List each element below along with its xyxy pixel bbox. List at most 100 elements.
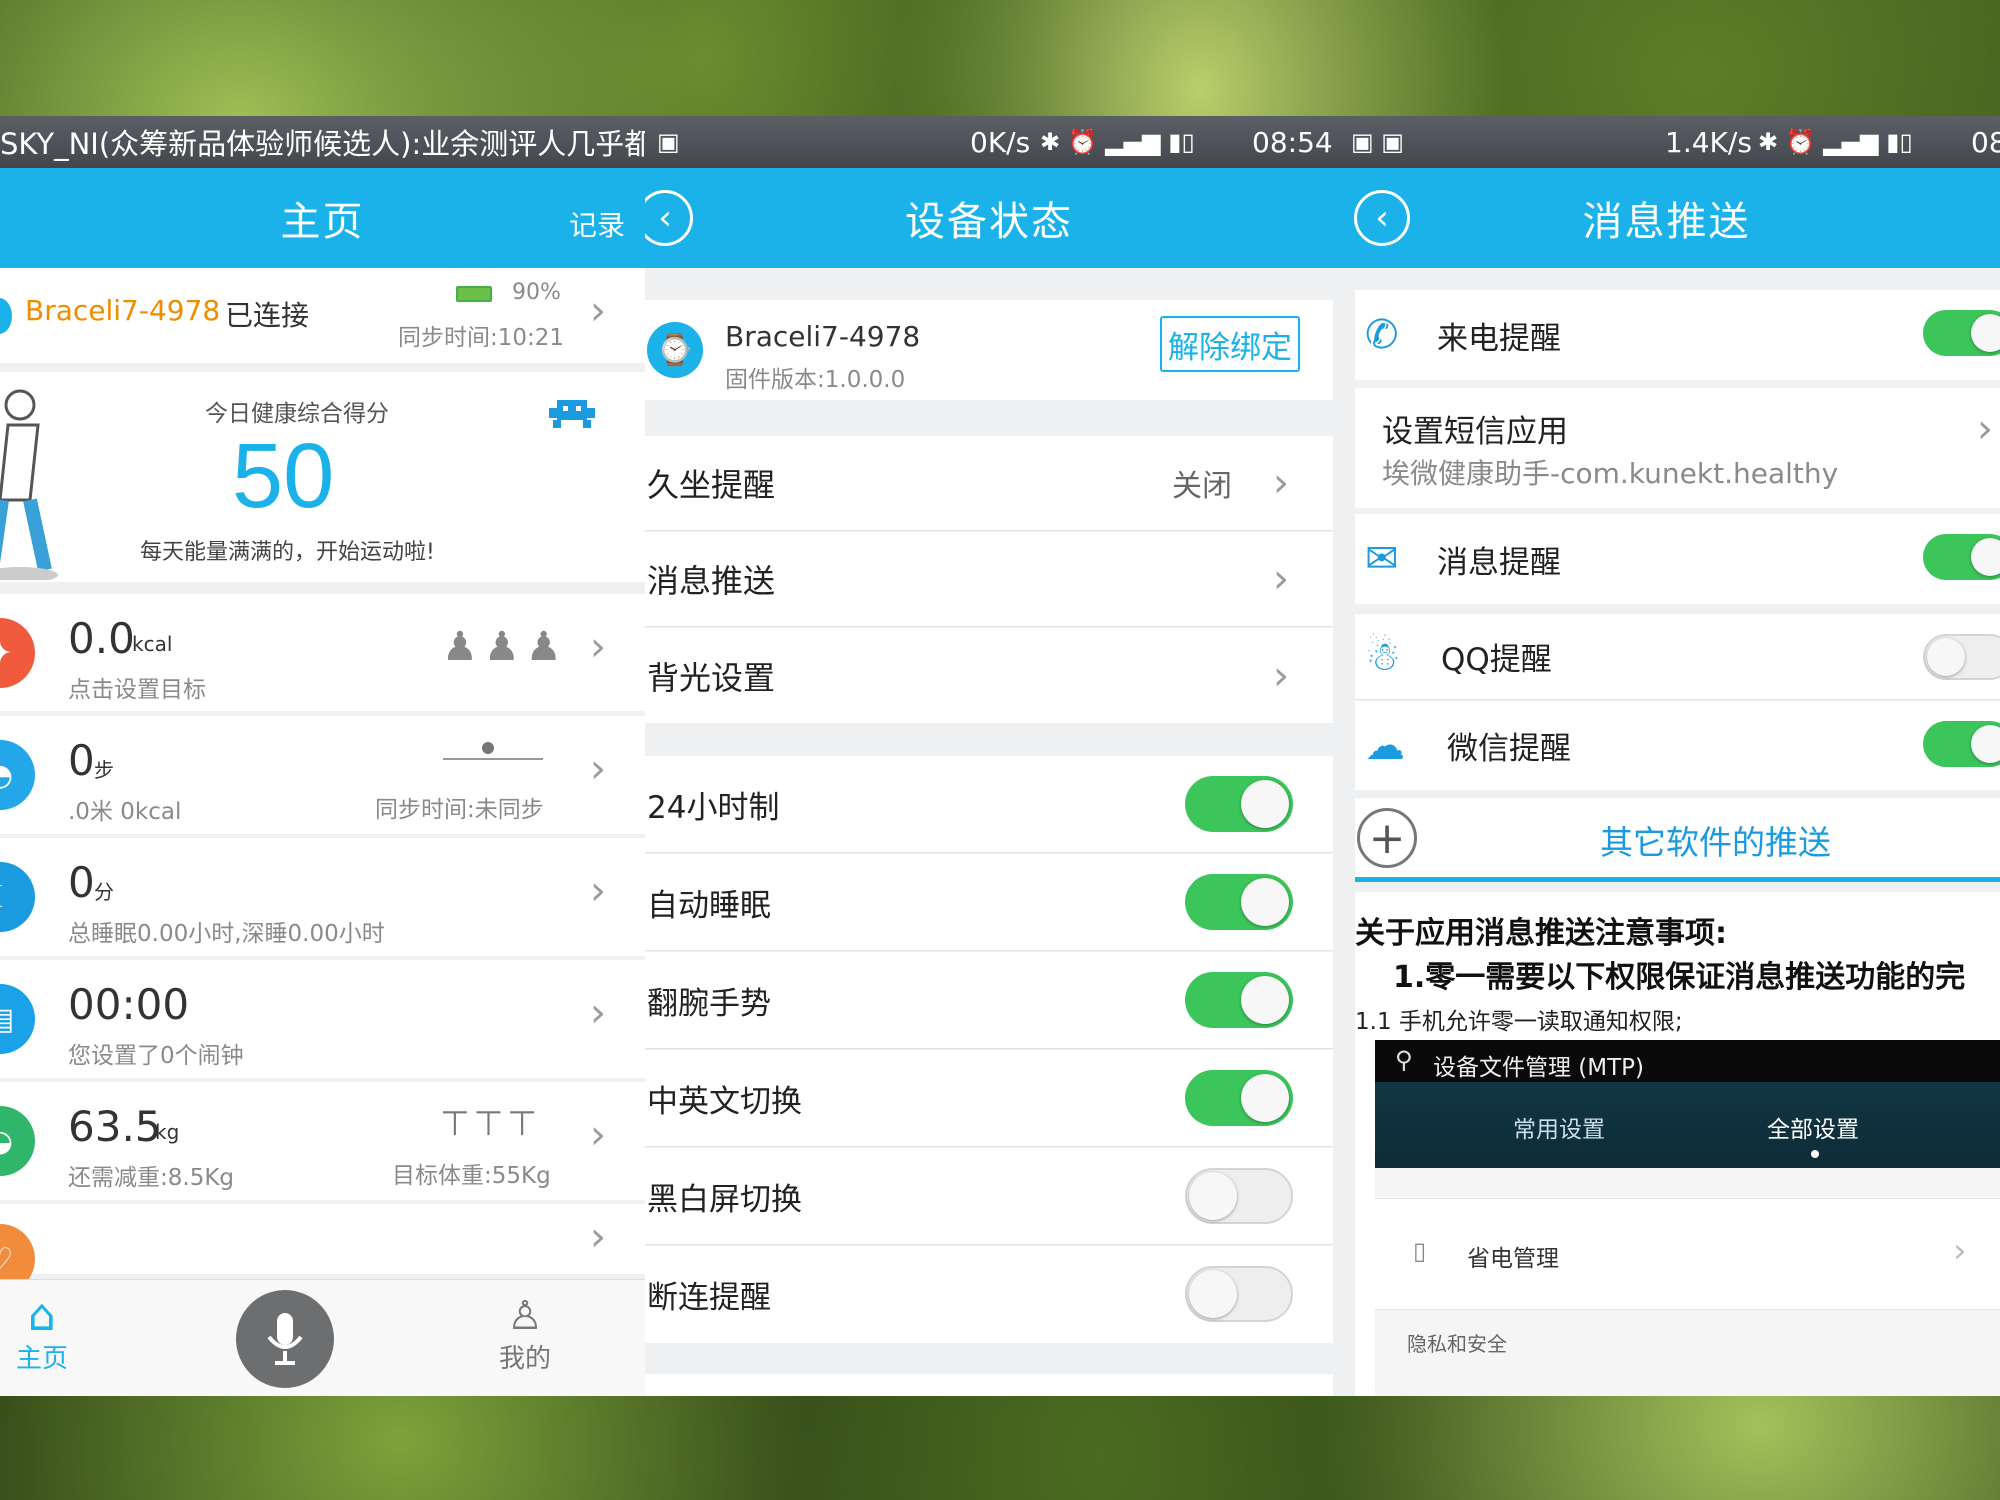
home-appbar: 主页 记录 [0, 168, 645, 268]
phone-icon: ✆ [1365, 312, 1399, 358]
status-icons: ✱ ⏰ ▂▄▆ ▮▯ [1040, 128, 1195, 156]
toggle-row-24h: 24小时制 [645, 756, 1333, 853]
other-apps-label: 其它软件的推送 [1600, 823, 1831, 862]
page-title: 主页 [280, 199, 365, 245]
embedded-notification: ⚲ 设备文件管理 (MTP) [1375, 1040, 2000, 1082]
add-icon: + [1357, 808, 1417, 868]
weight-row[interactable]: ◒ 63.5 kg 还需减重:8.5Kg ⊤⊤⊤ 目标体重:55Kg › [0, 1082, 645, 1200]
message-push-screen: ▣ ▣ 1.4K/s ✱ ⏰ ▂▄▆ ▮▯ 08 ‹ 消息推送 ✆ 来电提醒 设… [1333, 116, 2000, 1396]
chevron-right-icon: › [590, 1112, 606, 1158]
nav-mine-label: 我的 [498, 1344, 551, 1374]
back-button[interactable]: ‹ [645, 190, 693, 246]
person-icon: ♙ [507, 1293, 543, 1339]
device-row[interactable]: Braceli7-4978 已连接 90% 同步时间:10:21 › [0, 268, 645, 363]
device-name: Braceli7-4978 [725, 320, 921, 353]
toggle-label: 翻腕手势 [647, 985, 771, 1022]
other-apps-row[interactable]: + 其它软件的推送 [1355, 798, 2000, 882]
score-label: 今日健康综合得分 [205, 401, 389, 427]
chevron-right-icon: › [590, 746, 606, 792]
unbind-button[interactable]: 解除绑定 [1160, 316, 1300, 372]
progress-marker [482, 742, 494, 754]
usb-icon: ⚲ [1395, 1046, 1413, 1074]
calorie-value: 0.0 [68, 614, 135, 663]
chevron-right-icon: › [590, 288, 606, 334]
calorie-row[interactable]: ✦ 0.0 kcal 点击设置目标 ♟♟♟ › [0, 594, 645, 711]
steps-unit: 步 [94, 758, 114, 782]
moon-icon: ☾ [0, 862, 35, 932]
voice-button[interactable] [236, 1290, 334, 1388]
sleep-summary: 总睡眠0.00小时,深睡0.00小时 [68, 921, 385, 947]
target-weight: 目标体重:55Kg [392, 1163, 551, 1189]
steps-row[interactable]: ◔ 0 步 .0米 0kcal 同步时间:未同步 › [0, 716, 645, 834]
page-title: 消息推送 [1582, 199, 1751, 245]
clipboard-icon: ▤ [0, 984, 35, 1054]
battery-icon [456, 286, 492, 302]
device-status-screen: ▣ 0K/s ✱ ⏰ ▂▄▆ ▮▯ 08:54 ‹ 设备状态 ⌚ Braceli… [645, 116, 1333, 1396]
toggle-switch[interactable] [1923, 721, 2000, 767]
weight-remaining: 还需减重:8.5Kg [68, 1165, 235, 1191]
status-icons: ✱ ⏰ ▂▄▆ ▮▯ [1758, 128, 1913, 156]
device-status-appbar: ‹ 设备状态 [645, 168, 1333, 268]
row-label: 设置短信应用 [1382, 414, 1568, 450]
sms-app-row[interactable]: 设置短信应用 埃微健康助手-com.kunekt.healthy › [1355, 388, 2000, 508]
toggle-row-disconnect: 断连提醒 [645, 1246, 1333, 1343]
score-value: 50 [232, 425, 335, 527]
toggle-row-language: 中英文切换 [645, 1050, 1333, 1147]
sleep-value: 0 [68, 858, 95, 907]
steps-distance: .0米 0kcal [68, 799, 182, 825]
chevron-right-icon: › [590, 868, 606, 914]
toggle-switch[interactable] [1923, 534, 2000, 580]
footprint-icon: ◔ [0, 740, 35, 810]
network-speed: 0K/s [970, 125, 1031, 159]
space-invader-icon[interactable] [547, 396, 597, 432]
call-reminder-row: ✆ 来电提醒 [1355, 290, 2000, 380]
embedded-settings-list: ▯ 省电管理 › 隐私和安全 [1375, 1168, 2000, 1396]
menu-label: 背光设置 [647, 658, 776, 697]
toggle-switch[interactable] [1923, 634, 2000, 680]
microphone-icon [267, 1313, 303, 1365]
toggle-row-wrist-gesture: 翻腕手势 [645, 952, 1333, 1049]
alarm-value: 00:00 [68, 980, 190, 1029]
house-icon: ⌂ [28, 1290, 56, 1341]
toggle-switch[interactable] [1185, 972, 1293, 1028]
weight-value: 63.5 [68, 1102, 162, 1151]
menu-label: 消息推送 [647, 562, 776, 600]
toggle-row-bw-screen: 黑白屏切换 [645, 1148, 1333, 1245]
mascot-figure-icon [0, 389, 58, 580]
toggle-switch[interactable] [1185, 1168, 1293, 1224]
sleep-row[interactable]: ☾ 0 分 总睡眠0.00小时,深睡0.00小时 › [0, 838, 645, 956]
clock: 08:54 [1252, 125, 1333, 159]
back-button[interactable]: ‹ [1354, 190, 1410, 246]
message-reminder-row: ✉ 消息提醒 [1355, 514, 2000, 604]
chevron-right-icon: › [590, 990, 606, 1036]
device-info-row: ⌚ Braceli7-4978 固件版本:1.0.0.0 解除绑定 [645, 300, 1333, 400]
partial-row[interactable]: ♡ › [0, 1204, 645, 1294]
chevron-right-icon: › [590, 624, 606, 670]
toggle-switch[interactable] [1185, 1070, 1293, 1126]
toggle-switch[interactable] [1185, 776, 1293, 832]
record-link[interactable]: 记录 [569, 204, 625, 244]
toggle-switch[interactable] [1923, 310, 2000, 356]
envelope-icon: ✉ [1365, 536, 1399, 582]
nav-mine[interactable]: ♙ 我的 [490, 1294, 560, 1375]
embedded-power-label: 省电管理 [1467, 1246, 1559, 1272]
alarm-row[interactable]: ▤ 00:00 您设置了0个闹钟 › [0, 960, 645, 1078]
toggle-label: 自动睡眠 [647, 887, 771, 924]
bottom-nav: ⌂ 主页 ♙ 我的 [0, 1279, 645, 1396]
menu-item-sedentary[interactable]: 久坐提醒 关闭 › [645, 436, 1333, 531]
menu-item-backlight[interactable]: 背光设置 › [645, 628, 1333, 723]
network-speed: 1.4K/s [1665, 125, 1752, 159]
chevron-right-icon: › [1273, 460, 1289, 506]
menu-item-message-push[interactable]: 消息推送 › [645, 532, 1333, 627]
toggle-switch[interactable] [1185, 874, 1293, 930]
steps-value: 0 [68, 736, 95, 785]
toggle-switch[interactable] [1185, 1266, 1293, 1322]
nav-home[interactable]: ⌂ 主页 [12, 1294, 72, 1375]
chevron-right-icon: › [1273, 556, 1289, 602]
health-score-card[interactable]: 今日健康综合得分 50 每天能量满满的，开始运动啦! [0, 372, 645, 582]
toggle-label: 断连提醒 [647, 1280, 771, 1316]
embedded-settings-screenshot: ⚲ 设备文件管理 (MTP) 常用设置 全部设置 [1375, 1040, 2000, 1168]
notes-point-1: 1.零一需要以下权限保证消息推送功能的完 [1393, 960, 1966, 995]
progress-line [443, 758, 543, 760]
status-bar: ▣ ▣ 1.4K/s ✱ ⏰ ▂▄▆ ▮▯ 08 [1333, 116, 2000, 168]
